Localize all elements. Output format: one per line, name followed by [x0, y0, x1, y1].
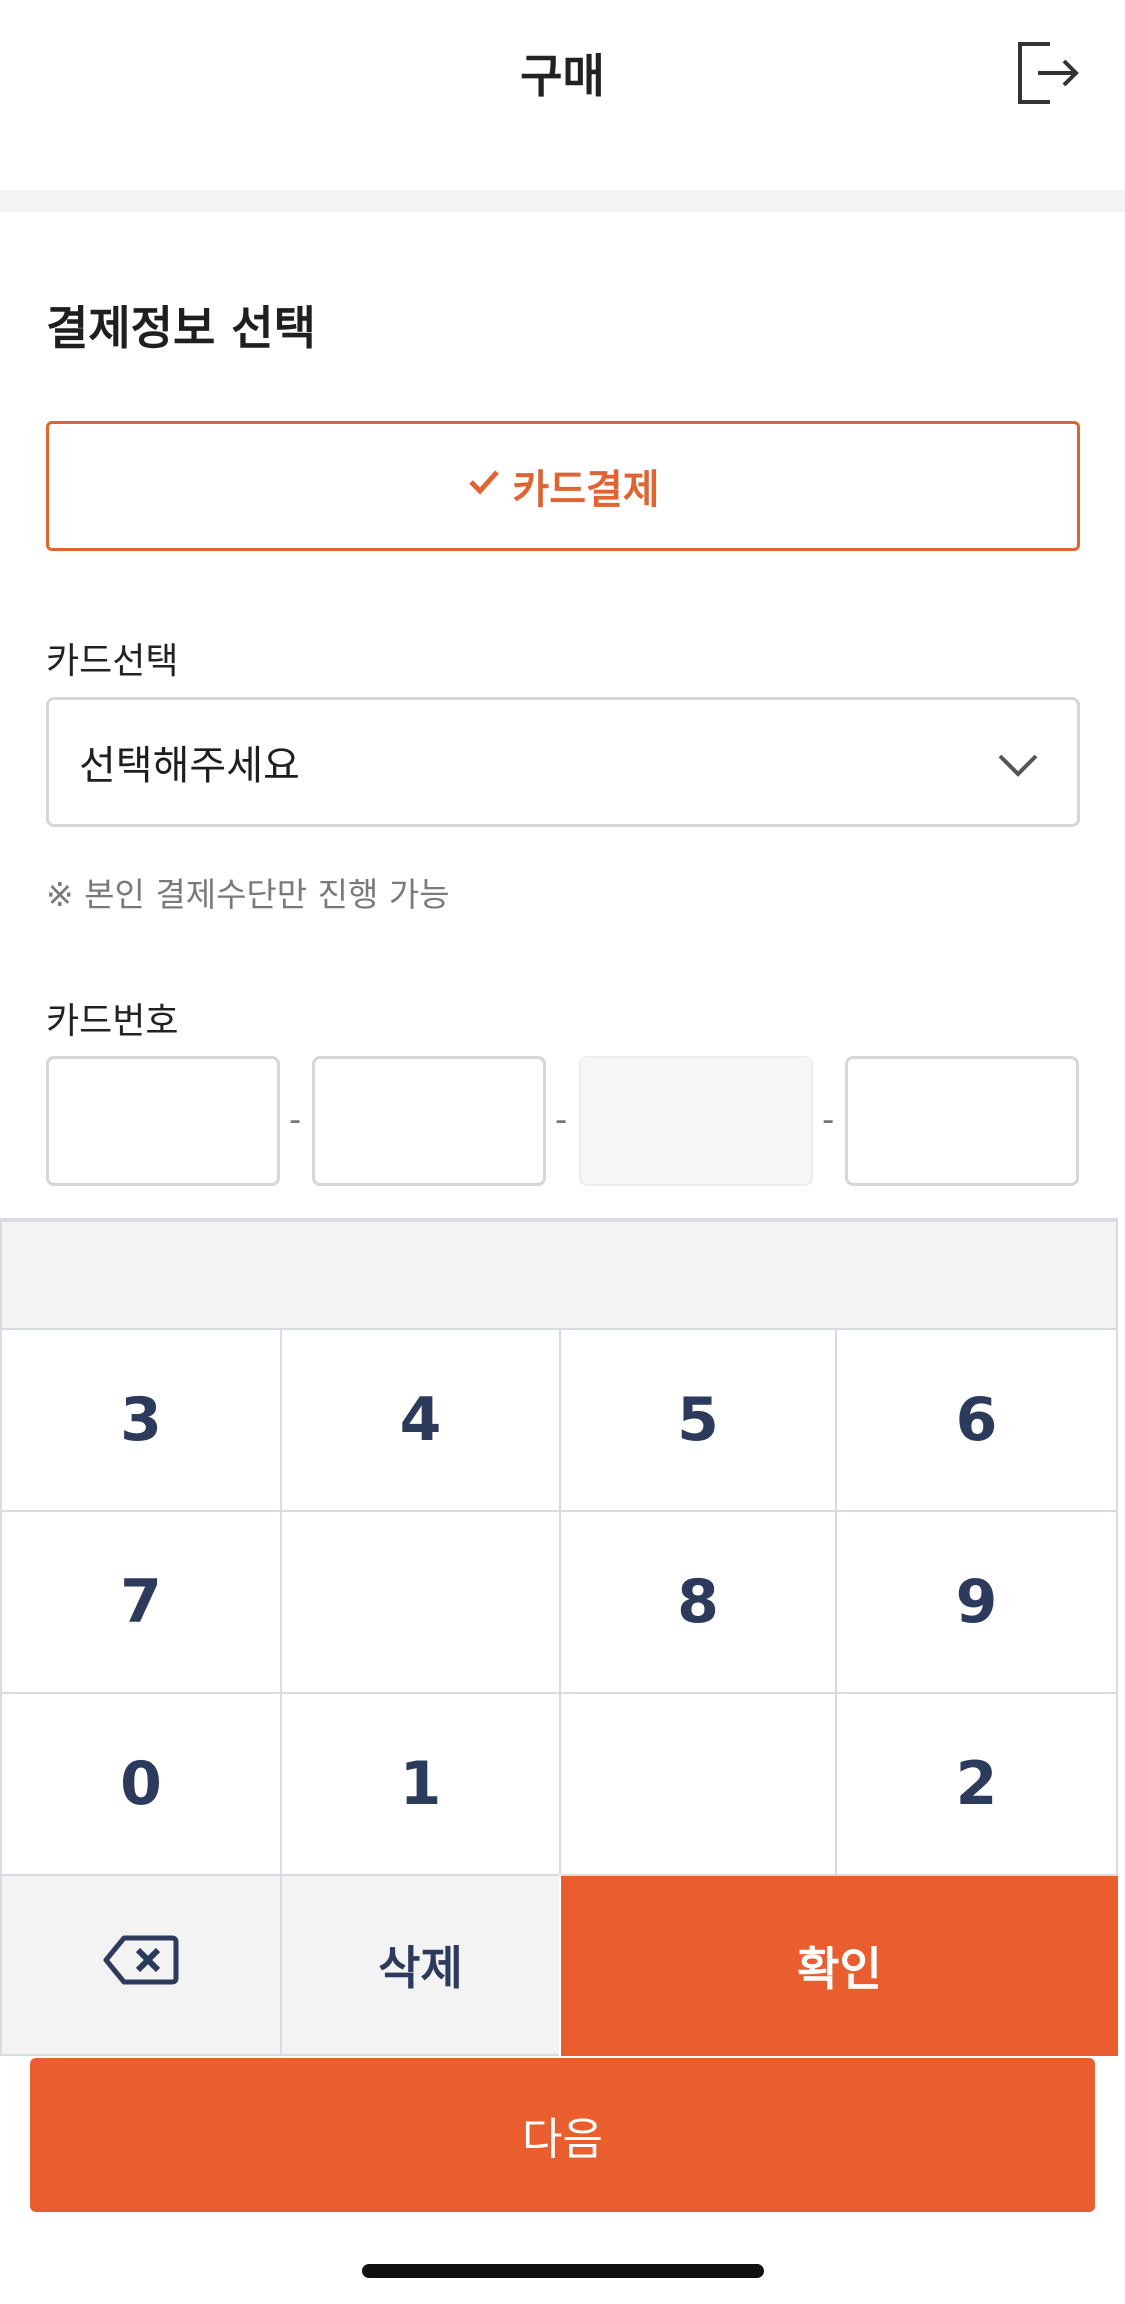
card-select-dropdown[interactable]: 선택해주세요: [46, 697, 1080, 827]
next-button[interactable]: 다음: [30, 2058, 1095, 2212]
keypad-key-blank[interactable]: [559, 1692, 835, 1874]
card-number-field-2[interactable]: [312, 1056, 546, 1186]
card-number-label: 카드번호: [46, 1001, 179, 1042]
card-number-input-4[interactable]: [848, 1059, 1076, 1183]
card-number-input-2[interactable]: [315, 1059, 543, 1183]
home-indicator: [362, 2264, 764, 2278]
card-payment-label: 카드결제: [512, 467, 660, 513]
card-number-separator: -: [289, 1100, 302, 1140]
check-icon: [466, 463, 502, 509]
keypad-key-blank[interactable]: [280, 1510, 559, 1692]
keypad-key[interactable]: 7: [0, 1510, 280, 1692]
card-select-value: 선택해주세요: [79, 743, 300, 789]
keypad-key[interactable]: 6: [835, 1328, 1118, 1510]
card-number-input-3[interactable]: [581, 1058, 811, 1184]
card-number-input-1[interactable]: [49, 1059, 277, 1183]
keypad-key[interactable]: 8: [559, 1510, 835, 1692]
keypad-key[interactable]: 5: [559, 1328, 835, 1510]
backspace-button[interactable]: [0, 1874, 280, 2056]
chevron-down-icon: [997, 744, 1039, 777]
page-title: 구매: [520, 49, 605, 103]
card-number-field-4[interactable]: [845, 1056, 1079, 1186]
keypad-key[interactable]: 9: [835, 1510, 1118, 1692]
card-number-field-3[interactable]: [579, 1056, 813, 1186]
keypad-key[interactable]: 4: [280, 1328, 559, 1510]
delete-button[interactable]: 삭제: [280, 1874, 559, 2056]
notice-text: ※ 본인 결제수단만 진행 가능: [46, 875, 450, 914]
section-title: 결제정보 선택: [46, 301, 316, 355]
backspace-icon: [102, 1932, 180, 1999]
card-payment-option[interactable]: 카드결제: [46, 421, 1080, 551]
purchase-screen: 구매 결제정보 선택 카드결제 카드선택 선택해주세요 ※ 본인 결제수단만 진…: [0, 0, 1125, 2304]
divider: [0, 190, 1125, 212]
keypad-key[interactable]: 2: [835, 1692, 1118, 1874]
confirm-button[interactable]: 확인: [561, 1874, 1118, 2056]
keypad-key[interactable]: 0: [0, 1692, 280, 1874]
card-number-field-1[interactable]: [46, 1056, 280, 1186]
card-select-label: 카드선택: [46, 641, 179, 682]
keypad-key[interactable]: 1: [280, 1692, 559, 1874]
card-number-separator: -: [555, 1100, 568, 1140]
keypad-key[interactable]: 3: [0, 1328, 280, 1510]
logout-icon[interactable]: [1012, 38, 1082, 108]
keypad-top-bar: [0, 1222, 1118, 1328]
secure-keypad: 3 4 5 6 7 8 9 0 1 2 삭제 확인: [0, 1218, 1118, 2056]
card-number-separator: -: [822, 1100, 835, 1140]
header: 구매: [0, 0, 1125, 190]
